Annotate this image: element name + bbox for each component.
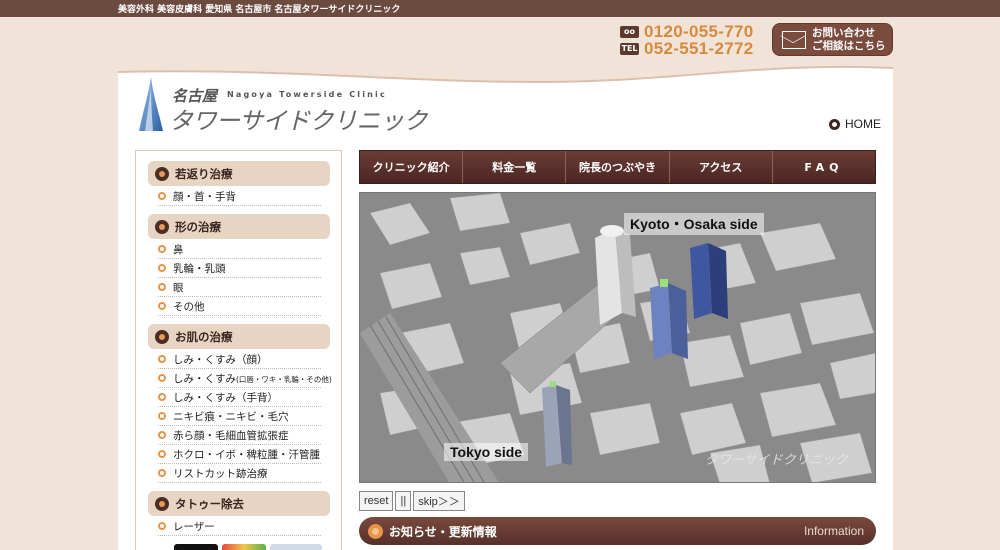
top-bar: 美容外科 美容皮膚科 愛知県 名古屋市 名古屋タワーサイドクリニック: [0, 0, 1000, 17]
nav-pricing[interactable]: 料金一覧: [463, 151, 567, 183]
sidebar-menu: 若返り治療 顔・首・手背 形の治療 鼻 乳輪・乳頭 眼 その他 お肌の治療 しみ…: [135, 150, 342, 550]
item-bullet-icon: [158, 431, 166, 439]
logo-english: Nagoya Towerside Clinic: [227, 90, 387, 99]
category-bullet-icon: [155, 166, 169, 181]
item-bullet-icon: [158, 522, 166, 530]
item-bullet-icon: [158, 469, 166, 477]
video-label-tokyo: Tokyo side: [444, 443, 529, 461]
sidebar-category-tattoo[interactable]: タトゥー除去: [148, 491, 330, 516]
sidebar-item-label: 鼻: [173, 243, 184, 256]
sidebar-item-label: しみ・くすみ: [173, 372, 236, 385]
sidebar-item[interactable]: しみ・くすみ（顔）: [158, 350, 321, 369]
logo-name: タワーサイドクリニック: [169, 107, 428, 135]
item-bullet-icon: [158, 302, 166, 310]
sidebar-item-label: ニキビ痕・ニキビ・毛穴: [173, 410, 289, 423]
news-header: お知らせ・更新情報 Information: [359, 517, 876, 545]
item-bullet-icon: [158, 450, 166, 458]
logo-mark-icon: [139, 77, 163, 131]
item-bullet-icon: [158, 192, 166, 200]
sidebar-item-label: リストカット跡治療: [173, 467, 268, 480]
sidebar-category-shape[interactable]: 形の治療: [148, 214, 330, 239]
sidebar-banner[interactable]: [270, 544, 322, 550]
sidebar-item[interactable]: 乳輪・乳頭: [158, 259, 321, 278]
sidebar-item[interactable]: 顔・首・手背: [158, 187, 321, 206]
video-watermark: タワーサイドクリニック: [705, 453, 848, 468]
tel-icon: TEL: [620, 42, 639, 55]
tel-number[interactable]: 052-551-2772: [644, 39, 753, 59]
envelope-icon: [782, 30, 806, 49]
news-bullet-icon: [368, 523, 383, 539]
sidebar-item-note: (口唇・ワキ・乳輪・その他): [236, 374, 332, 384]
home-link[interactable]: HOME: [829, 117, 881, 131]
sidebar-item[interactable]: 赤ら顔・毛細血管拡張症: [158, 426, 321, 445]
category-label: 形の治療: [175, 219, 221, 234]
nav-director-blog[interactable]: 院長のつぶやき: [566, 151, 670, 183]
sidebar-item[interactable]: レーザー: [158, 517, 321, 536]
clinic-logo[interactable]: 名古屋 Nagoya Towerside Clinic タワーサイドクリニック: [137, 77, 428, 135]
category-label: 若返り治療: [175, 166, 233, 181]
news-title: お知らせ・更新情報: [389, 524, 497, 539]
pause-button[interactable]: ||: [395, 491, 412, 511]
item-bullet-icon: [158, 264, 166, 272]
category-label: お肌の治療: [175, 329, 233, 344]
reset-button[interactable]: reset: [359, 491, 394, 511]
news-english-title: Information: [803, 524, 864, 538]
item-bullet-icon: [158, 412, 166, 420]
nav-access[interactable]: アクセス: [670, 151, 773, 183]
site-tagline: 美容外科 美容皮膚科 愛知県 名古屋市 名古屋タワーサイドクリニック: [118, 5, 401, 15]
bullet-icon: [829, 118, 840, 130]
video-controls: reset || skip＞＞: [359, 491, 465, 511]
sidebar-item[interactable]: 眼: [158, 278, 321, 297]
sidebar-item-label: しみ・くすみ（手背）: [173, 391, 278, 404]
sidebar-item-label: 顔・首・手背: [173, 190, 236, 203]
item-bullet-icon: [158, 283, 166, 291]
category-bullet-icon: [155, 329, 169, 344]
sidebar-item-label: しみ・くすみ（顔）: [173, 353, 268, 366]
sidebar-banner[interactable]: [222, 544, 266, 550]
item-bullet-icon: [158, 374, 166, 382]
item-bullet-icon: [158, 393, 166, 401]
sidebar-category-skin[interactable]: お肌の治療: [148, 324, 330, 349]
sidebar-item[interactable]: リストカット跡治療: [158, 464, 321, 483]
phone-contact: oo 0120-055-770 TEL 052-551-2772: [620, 22, 762, 59]
sidebar-item-label: ホクロ・イボ・稗粒腫・汗管腫: [173, 448, 320, 461]
free-dial-icon: oo: [620, 25, 639, 38]
home-label: HOME: [845, 117, 881, 131]
sidebar-banner[interactable]: [174, 544, 218, 550]
video-label-kyoto-osaka: Kyoto・Osaka side: [624, 213, 764, 235]
category-label: タトゥー除去: [175, 496, 244, 511]
sidebar-item-label: 眼: [173, 281, 184, 294]
sidebar-item-label: その他: [173, 300, 205, 313]
item-bullet-icon: [158, 355, 166, 363]
free-dial-row[interactable]: oo 0120-055-770: [620, 22, 753, 41]
sidebar-item[interactable]: ホクロ・イボ・稗粒腫・汗管腫: [158, 445, 321, 464]
inquiry-button[interactable]: お問い合わせ ご相談はこちら: [772, 23, 893, 56]
skip-button[interactable]: skip＞＞: [413, 491, 465, 511]
city-flyover-video[interactable]: Kyoto・Osaka side Tokyo side タワーサイドクリニック: [359, 192, 876, 483]
main-nav: クリニック紹介 料金一覧 院長のつぶやき アクセス FAQ: [359, 150, 876, 184]
sidebar-item-label: 赤ら顔・毛細血管拡張症: [173, 429, 289, 442]
nav-faq[interactable]: FAQ: [773, 151, 875, 183]
nav-clinic-intro[interactable]: クリニック紹介: [360, 151, 464, 183]
sidebar-category-rejuvenation[interactable]: 若返り治療: [148, 161, 330, 186]
item-bullet-icon: [158, 245, 166, 253]
sidebar-item[interactable]: しみ・くすみ（手背）: [158, 388, 321, 407]
sidebar-item[interactable]: その他: [158, 297, 321, 316]
category-bullet-icon: [155, 219, 169, 234]
city-aerial-image: [360, 193, 875, 482]
inquiry-line1: お問い合わせ: [812, 26, 875, 39]
sidebar-item-label: 乳輪・乳頭: [173, 262, 226, 275]
sidebar-item[interactable]: 鼻: [158, 240, 321, 259]
sidebar-item-label: レーザー: [173, 520, 215, 533]
sidebar-item[interactable]: しみ・くすみ(口唇・ワキ・乳輪・その他): [158, 369, 332, 388]
tel-row[interactable]: TEL 052-551-2772: [620, 39, 753, 59]
category-bullet-icon: [155, 496, 169, 511]
sidebar-item[interactable]: ニキビ痕・ニキビ・毛穴: [158, 407, 321, 426]
inquiry-line2: ご相談はこちら: [812, 39, 886, 52]
